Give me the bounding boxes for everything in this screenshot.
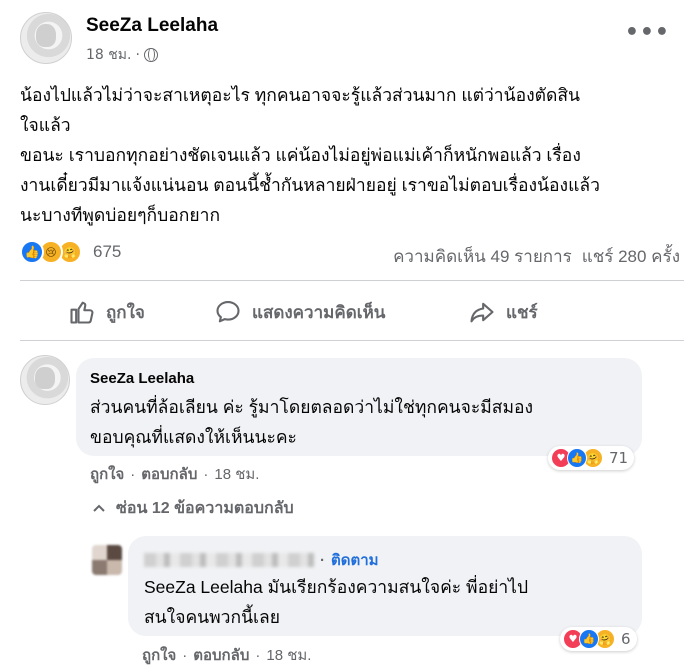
reaction-count: 675: [93, 242, 122, 261]
more-icon[interactable]: •••: [625, 22, 670, 44]
author-avatar[interactable]: [20, 12, 72, 64]
post-time[interactable]: 18 ชม.: [86, 44, 131, 66]
share-button[interactable]: แชร์: [468, 298, 538, 326]
like-button[interactable]: ถูกใจ: [68, 298, 145, 326]
reply-reactions[interactable]: ♥ 👍 🤗 6: [560, 627, 637, 651]
hide-replies-label: ซ่อน 12 ข้อความตอบกลับ: [116, 500, 294, 517]
like-reaction-icon: 👍: [20, 240, 44, 264]
comment-bubble: SeeZa Leelaha ส่วนคนที่ล้อเลียน ค่ะ รู้ม…: [76, 358, 642, 456]
comment-icon: [216, 301, 240, 323]
share-icon: [470, 302, 494, 323]
reply-author-avatar[interactable]: [92, 545, 122, 575]
comment-like-link[interactable]: ถูกใจ: [90, 462, 124, 486]
post-author[interactable]: SeeZa Leelaha: [86, 15, 218, 37]
comment-time[interactable]: 18 ชม.: [214, 462, 259, 486]
reply-reply-link[interactable]: ตอบกลับ: [193, 643, 249, 667]
shares-count[interactable]: แชร์ 280 ครั้ง: [582, 243, 680, 270]
reply-bubble: · ติดตาม SeeZa Leelaha มันเรียกร้องความส…: [128, 536, 642, 636]
commenter-avatar[interactable]: [20, 355, 70, 405]
divider: [20, 280, 684, 281]
follow-link[interactable]: ติดตาม: [331, 548, 379, 572]
reply-meta: ถูกใจ · ตอบกลับ · 18 ชม.: [142, 643, 311, 667]
globe-icon: [143, 48, 158, 62]
comments-count[interactable]: ความคิดเห็น 49 รายการ: [393, 243, 572, 270]
share-label: แชร์: [506, 302, 538, 322]
reply-time[interactable]: 18 ชม.: [266, 643, 311, 667]
like-label: ถูกใจ: [106, 302, 145, 322]
reply-like-link[interactable]: ถูกใจ: [142, 643, 176, 667]
like-icon: [70, 301, 94, 324]
chevron-up-icon: [93, 504, 105, 512]
comment-text: ส่วนคนที่ล้อเลียน ค่ะ รู้มาโดยตลอดว่าไม่…: [90, 397, 534, 447]
post-stats: ความคิดเห็น 49 รายการ แชร์ 280 ครั้ง: [393, 243, 680, 270]
hide-replies-toggle[interactable]: ซ่อน 12 ข้อความตอบกลับ: [92, 496, 294, 521]
like-reaction-icon: 👍: [567, 448, 587, 468]
divider: [20, 340, 684, 341]
reaction-summary[interactable]: 👍 😢 🤗 675: [20, 240, 121, 264]
comment-author[interactable]: SeeZa Leelaha: [90, 370, 194, 387]
post-text: น้องไปแล้วไม่ว่าจะสาเหตุอะไร ทุกคนอาจจะร…: [20, 85, 600, 225]
reply-reaction-count: 6: [621, 630, 631, 648]
comment-reaction-count: 71: [609, 449, 629, 467]
comment-button[interactable]: แสดงความคิดเห็น: [214, 298, 385, 326]
comment-reply-link[interactable]: ตอบกลับ: [141, 462, 197, 486]
comment-label: แสดงความคิดเห็น: [252, 302, 386, 322]
reply-header: · ติดตาม: [144, 548, 379, 572]
comment-reactions[interactable]: ♥ 👍 🤗 71: [548, 446, 635, 470]
comment-meta: ถูกใจ · ตอบกลับ · 18 ชม.: [90, 462, 259, 486]
reply-author-blurred[interactable]: [144, 553, 314, 567]
like-reaction-icon: 👍: [579, 629, 599, 649]
post-meta: 18 ชม. ·: [86, 44, 158, 66]
reply-text: SeeZa Leelaha มันเรียกร้องความสนใจค่ะ พี…: [144, 577, 529, 627]
